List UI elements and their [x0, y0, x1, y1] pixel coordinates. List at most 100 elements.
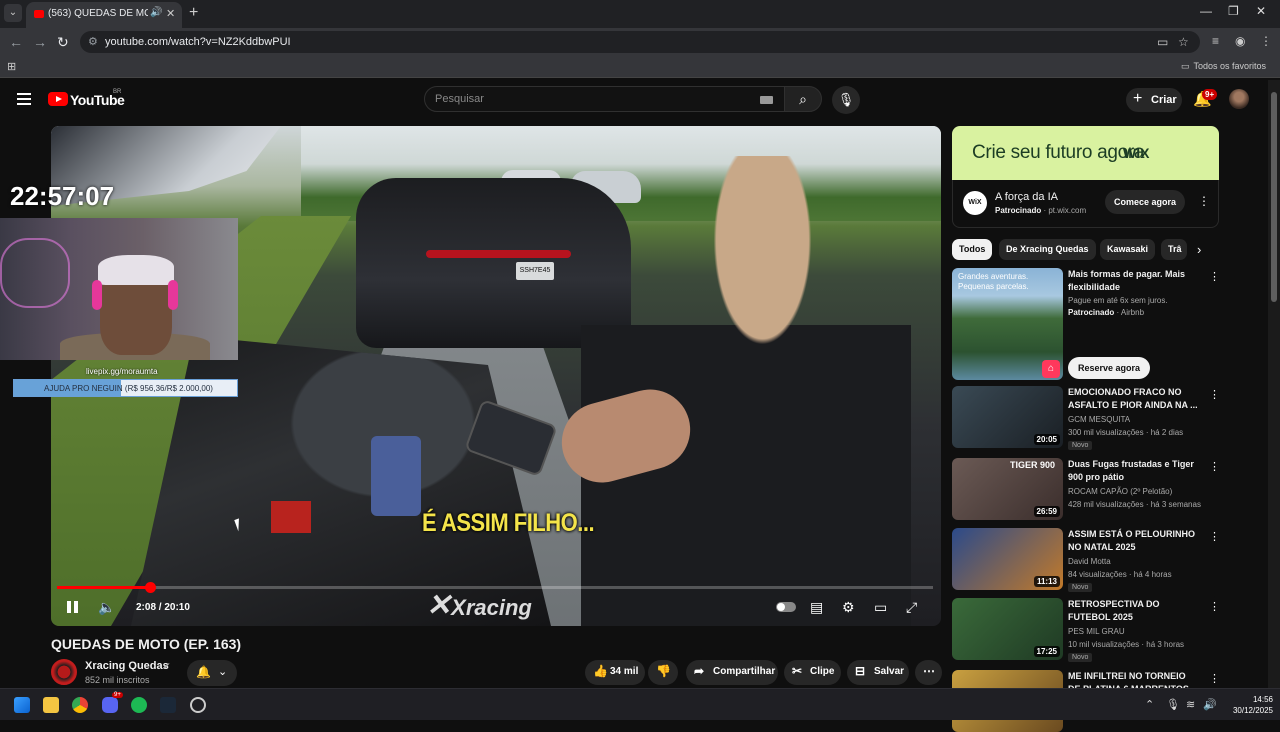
- autoplay-toggle[interactable]: [776, 602, 796, 612]
- recommendation-more-icon[interactable]: ⋮: [1209, 600, 1220, 613]
- spotify-icon[interactable]: [131, 697, 147, 713]
- search-button[interactable]: ⌕: [784, 86, 822, 112]
- recommendation-channel[interactable]: ROCAM CAPÃO (2º Pelotão): [1068, 487, 1172, 496]
- recommendation-channel[interactable]: PES MIL GRAU: [1068, 627, 1125, 636]
- discord-icon[interactable]: [102, 697, 118, 713]
- recommendation-item[interactable]: ME INFILTREI NO TORNEIO DE PLATINA 6 MAR…: [952, 670, 1222, 732]
- apps-grid-icon[interactable]: ⊞: [7, 60, 16, 73]
- recommendation-title[interactable]: ASSIM ESTÁ O PELOURINHO NO NATAL 2025: [1068, 528, 1200, 554]
- channel-name[interactable]: Xracing Quedas: [85, 660, 169, 672]
- recommendation-thumbnail[interactable]: 20:05: [952, 386, 1063, 448]
- bookmark-star-icon[interactable]: ☆: [1178, 35, 1189, 49]
- reload-icon[interactable]: ↻: [57, 34, 69, 51]
- recommendation-thumbnail[interactable]: TIGER 900 26:59: [952, 458, 1063, 520]
- recommendation-channel[interactable]: GCM MESQUITA: [1068, 415, 1130, 424]
- clip-button[interactable]: ✂ Clipe: [784, 660, 841, 685]
- search-input[interactable]: Pesquisar: [424, 86, 786, 112]
- chevron-right-icon[interactable]: ›: [1197, 242, 1201, 257]
- recommendation-item[interactable]: TIGER 900 26:59 Duas Fugas frustadas e Tig…: [952, 458, 1222, 522]
- youtube-logo-icon[interactable]: [48, 92, 68, 106]
- promo-more-icon[interactable]: ⋮: [1209, 270, 1220, 283]
- recommendation-thumbnail[interactable]: 11:13: [952, 528, 1063, 590]
- recommendation-channel[interactable]: David Motta: [1068, 557, 1111, 566]
- guide-menu-icon[interactable]: [17, 93, 31, 105]
- chrome-icon[interactable]: [72, 697, 88, 713]
- recommendation-title[interactable]: EMOCIONADO FRACO NO ASFALTO E PIOR AINDA…: [1068, 386, 1200, 412]
- keyboard-icon[interactable]: [760, 96, 773, 104]
- save-button[interactable]: ⊟ Salvar: [847, 660, 909, 685]
- tab-search-icon[interactable]: ⌄: [4, 4, 22, 22]
- menu-icon[interactable]: ⋮: [1260, 34, 1272, 48]
- site-info-icon[interactable]: ⚙: [88, 35, 98, 48]
- country-code: BR: [113, 89, 122, 95]
- tab-audio-icon[interactable]: 🔊: [150, 7, 162, 18]
- all-bookmarks-folder[interactable]: ▭ Todos os favoritos: [1181, 61, 1270, 72]
- app-circle-icon[interactable]: [190, 697, 206, 713]
- profile-icon[interactable]: ◉: [1235, 34, 1245, 48]
- window-close-icon[interactable]: ✕: [1256, 4, 1266, 18]
- speaker-tray-icon[interactable]: 🔊: [1203, 698, 1217, 711]
- recommendation-item[interactable]: 17:25 RETROSPECTIVA DO FUTEBOL 2025 PES MI…: [952, 598, 1222, 662]
- ad-cta-button[interactable]: Comece agora: [1105, 190, 1185, 214]
- recommendation-more-icon[interactable]: ⋮: [1209, 460, 1220, 473]
- url-text: youtube.com/watch?v=NZ2KddbwPUI: [105, 36, 291, 48]
- settings-gear-icon[interactable]: ⚙: [842, 599, 855, 616]
- pause-button[interactable]: [67, 601, 79, 613]
- promo-thumbnail[interactable]: Grandes aventuras. Pequenas parcelas. ⌂: [952, 268, 1063, 380]
- recommendation-item[interactable]: 11:13 ASSIM ESTÁ O PELOURINHO NO NATAL 20…: [952, 528, 1222, 592]
- share-button[interactable]: ➦ Compartilhar: [686, 660, 778, 685]
- wifi-icon[interactable]: ≋: [1186, 698, 1195, 711]
- recommendation-more-icon[interactable]: ⋮: [1209, 672, 1220, 685]
- voice-search-icon[interactable]: 🎙: [832, 86, 860, 114]
- recommendation-more-icon[interactable]: ⋮: [1209, 530, 1220, 543]
- cast-icon[interactable]: ▭: [1157, 35, 1168, 49]
- media-icon[interactable]: ≡: [1212, 34, 1219, 48]
- windows-start-icon[interactable]: [14, 697, 30, 713]
- system-clock[interactable]: 14:56 30/12/2025: [1225, 694, 1273, 716]
- subtitles-icon[interactable]: ▤: [810, 599, 823, 616]
- back-icon[interactable]: ←: [9, 34, 23, 50]
- fullscreen-icon[interactable]: ⤢: [906, 599, 917, 616]
- progress-bar[interactable]: [57, 582, 933, 593]
- address-bar[interactable]: ⚙ youtube.com/watch?v=NZ2KddbwPUI ▭ ☆: [80, 31, 1200, 53]
- recommendation-title[interactable]: Duas Fugas frustadas e Tiger 900 pro pát…: [1068, 458, 1200, 484]
- forward-icon[interactable]: →: [33, 34, 47, 50]
- account-avatar[interactable]: [1229, 89, 1249, 109]
- chip-kawasaki[interactable]: Kawasaki: [1100, 239, 1156, 260]
- dislike-button[interactable]: 👎: [648, 660, 678, 685]
- new-badge: Novo: [1068, 441, 1093, 450]
- video-player[interactable]: SSH7E45: [51, 126, 941, 626]
- more-actions-button[interactable]: ⋯: [915, 660, 942, 685]
- promo-cta-button[interactable]: Reserve agora: [1068, 357, 1150, 379]
- steam-icon[interactable]: [160, 697, 176, 713]
- browser-toolbar: ← → ↻ ⚙ youtube.com/watch?v=NZ2KddbwPUI …: [0, 28, 1280, 56]
- ad-card[interactable]: WiX A força da IA Patrocinado · pt.wix.c…: [952, 180, 1219, 228]
- create-button[interactable]: + Criar: [1126, 88, 1182, 112]
- chip-truncated[interactable]: Trâ: [1161, 239, 1187, 260]
- subscription-bell-button[interactable]: 🔔 ⌄: [187, 660, 237, 686]
- promoted-item[interactable]: Grandes aventuras. Pequenas parcelas. ⌂ …: [952, 268, 1222, 380]
- chip-todos[interactable]: Todos: [952, 239, 993, 260]
- minimize-icon[interactable]: —: [1200, 4, 1212, 18]
- scrubber-handle[interactable]: [145, 582, 156, 593]
- recommendation-more-icon[interactable]: ⋮: [1209, 388, 1220, 401]
- tray-chevron-up-icon[interactable]: ⌃: [1145, 698, 1154, 711]
- chip-channel[interactable]: De Xracing Quedas: [999, 239, 1096, 260]
- ad-more-icon[interactable]: ⋮: [1198, 194, 1210, 208]
- volume-icon[interactable]: 🔈: [98, 599, 115, 616]
- new-tab-button[interactable]: +: [189, 4, 198, 22]
- channel-avatar[interactable]: [51, 659, 77, 685]
- page-scrollbar[interactable]: [1268, 80, 1280, 688]
- recommendation-item[interactable]: 20:05 EMOCIONADO FRACO NO ASFALTO E PIOR …: [952, 386, 1222, 450]
- recommendation-thumbnail[interactable]: 17:25: [952, 598, 1063, 660]
- ad-banner[interactable]: Crie seu futuro agora WIX: [952, 126, 1219, 180]
- airbnb-logo-icon: ⌂: [1042, 360, 1060, 378]
- browser-tab[interactable]: (563) QUEDAS DE MOTO (E 🔊 ✕: [26, 2, 182, 28]
- theater-mode-icon[interactable]: ▭: [874, 599, 887, 616]
- tab-close-icon[interactable]: ✕: [166, 7, 175, 20]
- file-explorer-icon[interactable]: [43, 697, 59, 713]
- like-button[interactable]: 👍 34 mil: [585, 660, 645, 685]
- recommendation-title[interactable]: RETROSPECTIVA DO FUTEBOL 2025: [1068, 598, 1200, 624]
- restore-icon[interactable]: ❐: [1228, 4, 1239, 18]
- mic-tray-icon[interactable]: 🎙: [1166, 698, 1180, 711]
